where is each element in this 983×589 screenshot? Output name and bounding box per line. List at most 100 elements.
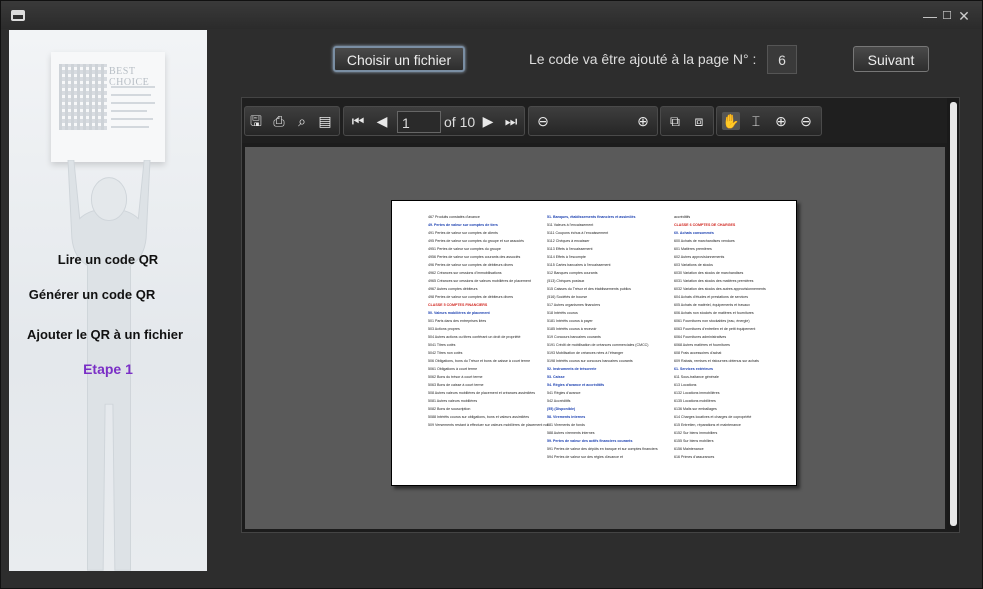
document-line: 6132 Locations immobilières	[674, 390, 720, 395]
document-line: 4951 Pertes de valeur sur comptes du gro…	[428, 246, 501, 251]
save-icon[interactable]: 🖫	[247, 112, 265, 130]
first-page-icon[interactable]: ⏮	[349, 112, 367, 130]
zoom-in-icon[interactable]: ⊕	[634, 112, 652, 130]
add-qr-to-file-link[interactable]: Ajouter le QR à un fichier	[9, 327, 204, 342]
last-page-icon[interactable]: ⏭	[502, 112, 520, 130]
document-line: 588 Autres virements internes	[547, 430, 595, 435]
document-line: 594 Pertes de valeur sur des régies d'av…	[547, 454, 624, 459]
document-canvas[interactable]: 467 Produits constatés d'avance 49. Perte…	[245, 147, 945, 529]
document-line: (516) Sociétés de bourse	[547, 294, 588, 299]
generate-qr-link[interactable]: Générer un code QR	[9, 287, 191, 302]
document-line: 58. Virements internes	[547, 414, 586, 419]
properties-icon[interactable]: ▤	[316, 112, 334, 130]
document-line: 611 Sous-traitance générale	[674, 374, 719, 379]
document-line: 512 Banques comptes courants	[547, 270, 598, 275]
document-line: 6152 Sur biens immobiliers	[674, 430, 718, 435]
step-indicator: Etape 1	[83, 361, 133, 377]
document-line: 600 Achats de marchandises vendues	[674, 238, 735, 243]
page-number-label: Le code va être ajouté à la page N° :	[529, 51, 757, 67]
document-line: 5041 Titres cotés	[428, 342, 456, 347]
document-line: 467 Produits constatés d'avance	[428, 215, 480, 219]
close-icon[interactable]: ✕	[957, 9, 971, 23]
document-line: 61. Services extérieurs	[674, 366, 713, 371]
fit-page-icon[interactable]: ⧉	[666, 112, 684, 130]
document-line: 501 Parts dans des entreprises liées	[428, 318, 487, 323]
hand-tool-icon[interactable]: ✋	[722, 112, 740, 130]
file-tools-group: 🖫 ⎙ ⌕ ▤	[244, 106, 340, 136]
document-line: 517 Autres organismes financiers	[547, 302, 601, 307]
document-line: 614 Charges locatives et charges de copr…	[674, 414, 752, 419]
page-number-input[interactable]: 6	[767, 45, 797, 74]
maximize-icon[interactable]: ☐	[940, 9, 954, 23]
document-line: 5042 Titres non cotés	[428, 350, 463, 355]
text-select-icon[interactable]: ⌶	[747, 112, 765, 130]
document-line: 6135 Locations mobilières	[674, 398, 716, 403]
document-line: 581 Virements de fonds	[547, 422, 585, 427]
document-line: 509 Versements restant à effectuer sur v…	[428, 422, 548, 427]
document-line: 5088 Intérêts courus sur obligations, bo…	[428, 414, 530, 419]
document-line: 603 Variations de stocks	[674, 262, 713, 267]
next-button[interactable]: Suivant	[853, 46, 929, 72]
document-line: 496 Pertes de valeur sur comptes de débi…	[428, 262, 514, 267]
document-line: 51. Banques, établissements financiers e…	[547, 215, 636, 219]
document-line: 508 Autres valeurs mobilières de placeme…	[428, 390, 536, 395]
fit-width-icon[interactable]: ⧈	[690, 112, 708, 130]
document-line: 5112 Chèques à encaisser	[547, 238, 590, 243]
document-line: 608 Frais accessoires d'achat	[674, 350, 722, 355]
document-line: 5062 Bons du trésor à court terme	[428, 374, 483, 379]
document-line: 616 Primes d'assurances	[674, 454, 715, 459]
zoom-out-icon[interactable]: ⊖	[534, 112, 552, 130]
document-line: 519 Concours bancaires courants	[547, 334, 601, 339]
document-column-3: accréditifs CLASSE 6 COMPTES DE CHARGES 60…	[674, 215, 794, 463]
choose-file-button[interactable]: Choisir un fichier	[333, 46, 465, 72]
document-line: 5191 Crédit de mobilisation de créances …	[547, 342, 649, 347]
document-line: 615 Entretien, réparations et maintenanc…	[674, 422, 741, 427]
document-page: 467 Produits constatés d'avance 49. Perte…	[391, 200, 797, 486]
document-line: 515 Caisses du Trésor et des établisseme…	[547, 286, 631, 291]
print-icon[interactable]: ⎙	[270, 112, 288, 130]
document-line: 6063 Fournitures d'entretien et de petit…	[674, 326, 756, 331]
current-page-input[interactable]: 1	[397, 111, 441, 133]
print-preview-icon[interactable]: ⌕	[293, 112, 311, 130]
document-line: 591 Pertes de valeur des dépôts en banqu…	[547, 446, 658, 451]
vertical-scrollbar[interactable]	[947, 98, 959, 530]
document-line: 4956 Pertes de valeur sur comptes couran…	[428, 254, 521, 259]
document-line: 609 Rabais, remises et ristournes obtenu…	[674, 358, 759, 363]
document-line: 59. Pertes de valeur des actifs financie…	[547, 438, 633, 443]
zoom-tool-in-icon[interactable]: ⊕	[772, 112, 790, 130]
document-line: 5114 Effets à l'escompte	[547, 254, 586, 259]
document-line: 498 Pertes de valeur sur comptes de débi…	[428, 294, 514, 299]
fit-group: ⧉ ⧈	[660, 106, 714, 136]
document-line: 53. Caisse	[547, 374, 565, 379]
document-line: 49. Pertes de valeur sur comptes de tier…	[428, 222, 498, 227]
tools-group: ✋ ⌶ ⊕ ⊖	[716, 106, 822, 136]
scrollbar-thumb[interactable]	[950, 102, 957, 526]
document-line: 6064 Fournitures administratives	[674, 334, 727, 339]
minimize-icon[interactable]: —	[923, 9, 937, 23]
document-line: 541 Régies d'avance	[547, 390, 581, 395]
zoom-tool-out-icon[interactable]: ⊖	[797, 112, 815, 130]
document-line: 60. Achats consommés	[674, 230, 714, 235]
prev-page-icon[interactable]: ◀	[373, 112, 391, 130]
document-line: 6031 Variation des stocks des matières p…	[674, 278, 754, 283]
zoom-group: ⊖ ⊕	[528, 106, 658, 136]
document-line: 5061 Obligations à court terme	[428, 366, 478, 371]
document-line: 6068 Autres matières et fournitures	[674, 342, 730, 347]
document-column-2: 51. Banques, établissements financiers e…	[547, 215, 667, 463]
document-line: accréditifs	[674, 215, 691, 219]
document-line: 504 Autres actions ou titres conférant u…	[428, 334, 521, 339]
document-line: 50. Valeurs mobilières de placement	[428, 310, 490, 315]
document-line: 5193 Mobilisation de créances nées à l'é…	[547, 350, 624, 355]
read-qr-link[interactable]: Lire un code QR	[9, 252, 207, 267]
document-line: 604 Achats d'études et prestations de se…	[674, 294, 749, 299]
document-line: 5198 Intérêts courus sur concours bancai…	[547, 358, 633, 363]
document-line: 4965 Créances sur cessions de valeurs mo…	[428, 278, 531, 283]
document-line: 54. Régies d'avance et accréditifs	[547, 382, 605, 387]
document-line: 4967 Autres comptes débiteurs	[428, 286, 478, 291]
document-line: 6155 Sur biens mobiliers	[674, 438, 714, 443]
document-line: 506 Obligations, bons du Trésor et bons …	[428, 358, 531, 363]
document-line: (513) Chèques postaux	[547, 278, 585, 283]
document-line: 6061 Fournitures non stockables (eau, én…	[674, 318, 750, 323]
next-page-icon[interactable]: ▶	[479, 112, 497, 130]
app-window: — ☐ ✕ BEST CHOICE Lire un code QR Génére…	[0, 0, 983, 589]
